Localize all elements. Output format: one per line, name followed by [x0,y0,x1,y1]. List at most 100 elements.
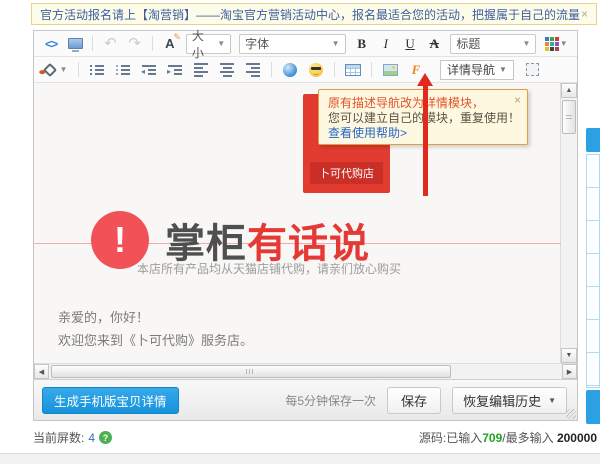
horizontal-scrollbar-thumb[interactable] [51,365,451,378]
emoji-icon [309,62,323,77]
editor-footer: 生成手机版宝贝详情 每5分钟保存一次 保存 恢复编辑历史 ▼ [34,379,577,420]
preview-button[interactable] [64,33,86,55]
vertical-scrollbar[interactable]: ▲ ▼ [560,83,577,363]
resize-grip[interactable] [566,409,576,419]
color-palette-button[interactable]: ▼ [541,33,571,55]
strikethrough-button[interactable]: A [423,33,445,55]
horizontal-scrollbar[interactable]: ◀ ▶ [34,363,577,379]
footer-right-group: 每5分钟保存一次 保存 恢复编辑历史 ▼ [285,387,567,414]
toolbar-separator [92,36,94,51]
bold-button[interactable]: B [351,33,373,55]
scroll-left-icon[interactable]: ◀ [34,364,49,379]
side-panel-module-icon[interactable] [586,128,600,152]
font-color-icon: A [165,36,174,51]
store-badge: 卜可代购店 [310,162,383,184]
store-badge-label: 卜可代购店 [319,168,374,180]
globe-icon [283,62,297,77]
source-count-label: 源码:已输入 [418,431,483,445]
fullscreen-icon[interactable] [525,63,539,76]
screen-count-status: 当前屏数: 4 ? [33,429,113,446]
redo-icon: ↷ [128,35,141,52]
chevron-down-icon: ▼ [59,65,68,74]
editor-canvas[interactable]: 卜可代购店 原有描述导航改为详情模块， 您可以建立自己的模块，重复使用！ 查看使… [34,83,561,363]
underline-button[interactable]: U [399,33,421,55]
exclamation-icon: ! [114,219,126,260]
undo-button[interactable]: ↶ [99,33,121,55]
redo-button[interactable]: ↷ [124,33,146,55]
align-right-button[interactable] [241,59,265,81]
rich-text-editor: <> ↶ ↷ A 大小 ▼ 字体 ▼ [33,29,578,421]
outdent-button[interactable] [137,59,161,81]
image-icon [382,63,398,76]
insert-table-button[interactable] [341,59,365,81]
align-center-button[interactable] [215,59,239,81]
side-panel-module-list[interactable] [586,154,600,388]
insert-emoji-button[interactable] [304,59,328,81]
chevron-down-icon: ▼ [217,39,226,48]
bottom-divider-strip [0,453,600,464]
source-count-value: 709 [482,431,503,445]
chevron-down-icon: ▼ [331,39,340,48]
toolbar-separator [334,62,335,77]
italic-button[interactable]: I [375,33,397,55]
font-color-button[interactable]: A [159,33,181,55]
font-size-dropdown[interactable]: 大小 ▼ [185,29,232,60]
help-icon[interactable]: ? [99,431,113,444]
italic-icon: I [383,35,389,51]
indent-button[interactable] [163,59,187,81]
banner-close-icon[interactable]: × [581,8,588,20]
insert-image-button[interactable] [378,59,402,81]
editor-page: 官方活动报名请上【淘营销】——淘宝官方营销活动中心，报名最适合您的活动，把握属于… [0,0,600,464]
detail-nav-label: 详情导航 [447,63,496,77]
source-count-max: 200000 [556,431,597,445]
undo-icon: ↶ [104,35,117,52]
bullet-list-icon [90,64,104,75]
code-icon: <> [45,36,58,51]
paragraph-1: 亲爱的，你好！ [58,310,150,325]
insert-link-button[interactable] [278,59,302,81]
paint-bucket-icon [42,62,57,77]
background-fill-button[interactable]: ▼ [40,59,72,81]
generate-mobile-detail-button[interactable]: 生成手机版宝贝详情 [42,387,179,414]
restore-history-label: 恢复编辑历史 [463,394,542,409]
source-count-status: 源码:已输入709/最多输入 200000 [419,429,597,446]
scroll-up-icon[interactable]: ▲ [561,83,577,98]
callout-arrow-icon [417,73,433,197]
promo-banner: 官方活动报名请上【淘营销】——淘宝官方营销活动中心，报名最适合您的活动，把握属于… [31,3,597,25]
align-left-button[interactable] [189,59,213,81]
monitor-icon [67,38,83,52]
chevron-down-icon: ▼ [559,39,568,48]
detail-nav-button[interactable]: 详情导航 ▼ [440,59,514,80]
align-left-icon [194,62,208,77]
source-code-button[interactable]: <> [40,33,62,55]
table-icon [345,63,361,76]
scroll-right-icon[interactable]: ▶ [562,364,577,379]
font-family-dropdown[interactable]: 字体 ▼ [239,33,346,54]
promo-banner-text: 官方活动报名请上【淘营销】——淘宝官方营销活动中心，报名最适合您的活动，把握属于… [40,7,581,22]
chevron-down-icon: ▼ [548,396,556,405]
restore-history-button[interactable]: 恢复编辑历史 ▼ [452,387,567,414]
palette-icon [544,36,559,51]
numbered-list-button[interactable] [111,59,135,81]
subheading-text: 本店所有产品均从天猫店铺代购，请亲们放心购买 [137,262,402,276]
heading-style-label: 标题 [456,37,481,51]
vertical-scrollbar-thumb[interactable] [562,100,576,134]
toolbar-separator [371,62,372,77]
bold-icon: B [357,35,366,51]
tooltip-close-icon[interactable]: × [514,93,521,108]
bullet-list-button[interactable] [85,59,109,81]
align-center-icon [220,62,234,77]
screen-count-value: 4 [88,430,96,445]
side-panel-footer-tab[interactable] [586,390,600,424]
numbered-list-icon [116,64,130,75]
save-button[interactable]: 保存 [387,387,442,414]
screen-count-label: 当前屏数: [33,431,85,445]
toolbar-separator [78,62,79,77]
scroll-down-icon[interactable]: ▼ [561,348,577,363]
strikethrough-icon: A [429,35,439,51]
autosave-text: 每5分钟保存一次 [285,394,377,408]
font-size-label: 大小 [191,28,204,60]
heading-style-dropdown[interactable]: 标题 ▼ [450,33,537,54]
toolbar-row-2: ▼ ◂ ▸ F 详情导航 ▼ [34,57,577,83]
underline-icon: U [405,35,415,51]
